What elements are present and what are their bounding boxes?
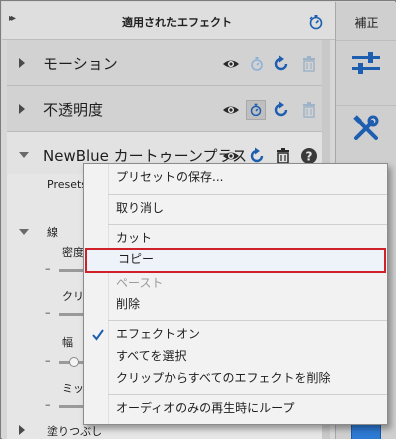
expand-arrow-icon[interactable]	[17, 101, 29, 115]
reset-icon[interactable]	[271, 54, 291, 74]
width-slider-knob[interactable]	[69, 357, 79, 367]
width-label: 幅	[62, 336, 73, 349]
stopwatch-icon[interactable]	[246, 100, 266, 120]
sliders-icon	[352, 52, 380, 74]
effect-label: モーション	[43, 55, 118, 73]
fill-group-label: 塗りつぶし	[47, 425, 103, 438]
trash-icon[interactable]	[299, 54, 319, 74]
slider-min-mark: –	[45, 306, 51, 319]
tools-icon	[353, 115, 379, 140]
menu-separator	[108, 224, 387, 225]
stopwatch-icon[interactable]	[247, 54, 267, 74]
slider-min-mark: –	[45, 354, 51, 367]
collapse-arrow-icon[interactable]	[17, 224, 29, 238]
menu-item-paste: ペースト	[116, 276, 164, 290]
trash-icon[interactable]	[299, 100, 319, 120]
eye-icon[interactable]	[221, 54, 241, 74]
menu-separator	[108, 394, 387, 395]
menu-item-copy[interactable]: コピー	[85, 248, 386, 273]
sidebar-title: 補正	[354, 16, 379, 30]
effect-row-motion[interactable]: モーション	[7, 40, 329, 86]
tools-button[interactable]	[336, 105, 396, 149]
line-group-label: 線	[47, 226, 58, 239]
density-label: 密度	[62, 246, 84, 259]
menu-item-select-all[interactable]: すべてを選択	[84, 345, 387, 367]
presets-label: Presets	[47, 178, 88, 191]
menu-item-delete[interactable]: 削除	[84, 293, 387, 315]
menu-separator	[108, 320, 387, 321]
panel-title: 適用されたエフェクト	[122, 16, 232, 29]
expand-arrow-icon[interactable]	[17, 55, 29, 69]
effects-window: ▸▸ 適用されたエフェクト モーション 不透明度 NewBlue カートゥーンプ…	[0, 0, 396, 439]
reset-icon[interactable]	[271, 100, 291, 120]
menu-item-cut[interactable]: カット	[84, 227, 387, 249]
svg-text:?: ?	[306, 150, 313, 164]
slider-min-mark: –	[45, 262, 51, 275]
context-menu: プリセットの保存... 取り消し カット コピー ペースト 削除 エフェクトオン…	[83, 163, 388, 425]
menu-item-remove-all-effects[interactable]: クリップからすべてのエフェクトを削除	[84, 367, 387, 389]
collapse-arrow-icon[interactable]	[17, 147, 29, 161]
collapse-panel-icon[interactable]: ▸▸	[9, 12, 23, 26]
menu-item-save-preset[interactable]: プリセットの保存...	[84, 166, 387, 188]
menu-item-undo[interactable]: 取り消し	[84, 197, 387, 219]
slider-min-mark: –	[45, 398, 51, 411]
stopwatch-icon[interactable]	[308, 14, 324, 30]
panel-header: ▸▸ 適用されたエフェクト	[2, 2, 335, 40]
effect-row-opacity[interactable]: 不透明度	[7, 86, 329, 132]
effect-label: 不透明度	[43, 101, 104, 119]
adjust-sliders-button[interactable]	[336, 40, 396, 84]
expand-arrow-icon[interactable]	[17, 422, 29, 436]
menu-item-effect-on[interactable]: エフェクトオン	[84, 323, 387, 345]
menu-item-loop-audio[interactable]: オーディオのみの再生時にループ	[84, 397, 387, 419]
eye-icon[interactable]	[221, 100, 241, 120]
menu-separator	[108, 194, 387, 195]
